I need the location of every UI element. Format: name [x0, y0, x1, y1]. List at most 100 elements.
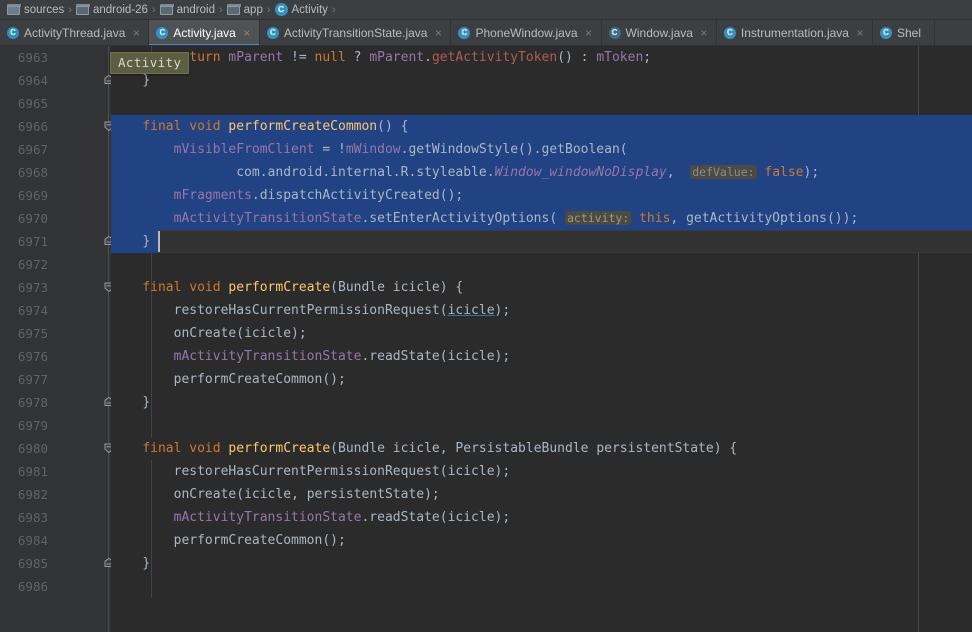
class-icon: C [156, 27, 169, 39]
code-line[interactable]: restoreHasCurrentPermissionRequest(icicl… [111, 299, 972, 322]
code-line[interactable]: performCreateCommon(); [111, 529, 972, 552]
editor-tab-bar: C ActivityThread.java × C Activity.java … [0, 20, 972, 46]
gutter-line: 6965 [0, 92, 111, 115]
breadcrumb-item-label: android-26 [92, 3, 148, 16]
line-number: 6967 [17, 142, 48, 157]
breadcrumb-item-label: sources [24, 3, 65, 16]
inlay-hint-defvalue: defValue: [690, 165, 757, 179]
code-line[interactable]: } [111, 391, 972, 414]
tab-label: ActivityTransitionState.java [283, 26, 428, 40]
tab-activity-java[interactable]: C Activity.java × [149, 20, 260, 45]
tab-phonewindow-java[interactable]: C PhoneWindow.java × [451, 20, 602, 45]
tab-label: Activity.java [173, 26, 236, 40]
class-icon: C [608, 27, 621, 39]
tab-shell-java[interactable]: C Shel [873, 20, 936, 45]
line-number: 6965 [17, 96, 48, 111]
gutter-line: 6964 [0, 69, 114, 92]
line-number: 6982 [17, 487, 48, 502]
breadcrumb-item-label: Activity [291, 3, 328, 16]
code-line[interactable] [111, 575, 972, 598]
class-icon: C [723, 27, 736, 39]
class-icon: C [879, 27, 892, 39]
code-line[interactable]: } [111, 230, 972, 253]
gutter-line: 6979 [0, 414, 111, 437]
code-line[interactable]: final void performCreate(Bundle icicle, … [111, 437, 972, 460]
line-number: 6984 [17, 533, 48, 548]
breadcrumb-item-label: android [176, 3, 215, 16]
close-icon[interactable]: × [855, 27, 865, 39]
breadcrumb-item-activity[interactable]: C Activity [272, 0, 331, 20]
gutter-line: 6974 [0, 299, 111, 322]
code-line[interactable]: mVisibleFromClient = !mWindow.getWindowS… [111, 138, 972, 161]
close-icon[interactable]: × [433, 27, 443, 39]
line-number: 6968 [17, 165, 48, 180]
gutter-line: 6967 [0, 138, 111, 161]
line-number: 6974 [17, 303, 48, 318]
code-line[interactable]: performCreateCommon(); [111, 368, 972, 391]
line-number: 6985 [17, 556, 48, 571]
code-line[interactable]: return mParent != null ? mParent.getActi… [111, 46, 972, 69]
code-line[interactable] [111, 92, 972, 115]
tab-window-java[interactable]: C Window.java × [602, 20, 717, 45]
folder-module-icon [75, 4, 91, 15]
line-number: 6963 [17, 50, 48, 65]
breadcrumb-tooltip: Activity [110, 52, 190, 74]
breadcrumb: sources › android-26 › android › app › C… [0, 0, 972, 20]
inlay-hint-activity: activity: [564, 211, 632, 225]
line-number: 6966 [17, 119, 48, 134]
code-editor[interactable]: 6963 6964 6965 6966 6967 6968 6969 6970 … [0, 46, 972, 632]
code-line[interactable]: mActivityTransitionState.setEnterActivit… [111, 207, 972, 230]
gutter-line: 6985 [0, 552, 114, 575]
code-line[interactable] [111, 253, 972, 276]
gutter-line: 6975 [0, 322, 111, 345]
gutter-line: 6970 [0, 207, 111, 230]
breadcrumb-item-android-26[interactable]: android-26 [73, 0, 151, 20]
class-icon: C [266, 27, 279, 39]
line-number: 6981 [17, 464, 48, 479]
breadcrumb-item-sources[interactable]: sources [4, 0, 67, 20]
code-line[interactable]: } [111, 552, 972, 575]
code-line[interactable]: onCreate(icicle); [111, 322, 972, 345]
code-text-area[interactable]: return mParent != null ? mParent.getActi… [111, 46, 972, 632]
code-line[interactable]: restoreHasCurrentPermissionRequest(icicl… [111, 460, 972, 483]
code-line[interactable] [111, 414, 972, 437]
line-number: 6975 [17, 326, 48, 341]
gutter-line: 6983 [0, 506, 111, 529]
breadcrumb-item-label: app [243, 3, 263, 16]
close-icon[interactable]: × [584, 27, 594, 39]
tab-label: Window.java [625, 26, 693, 40]
close-icon[interactable]: × [699, 27, 709, 39]
code-line[interactable]: } [111, 69, 972, 92]
gutter-line: 6968 [0, 161, 111, 184]
line-number: 6971 [17, 234, 48, 249]
gutter-line: 6969 [0, 184, 111, 207]
editor-gutter[interactable]: 6963 6964 6965 6966 6967 6968 6969 6970 … [0, 46, 114, 632]
close-icon[interactable]: × [131, 27, 141, 39]
folder-icon [7, 4, 22, 15]
line-number: 6983 [17, 510, 48, 525]
code-line[interactable]: final void performCreate(Bundle icicle) … [111, 276, 972, 299]
tab-activitythread-java[interactable]: C ActivityThread.java × [0, 20, 150, 45]
line-number: 6977 [17, 372, 48, 387]
breadcrumb-item-android[interactable]: android [157, 0, 218, 20]
code-line[interactable]: mActivityTransitionState.readState(icicl… [111, 506, 972, 529]
text-caret [158, 231, 160, 252]
class-icon: C [458, 27, 471, 39]
code-line[interactable]: final void performCreateCommon() { [111, 115, 972, 138]
caret-line-highlight [111, 230, 972, 253]
breadcrumb-item-app[interactable]: app [224, 0, 266, 20]
folder-module-icon [159, 4, 175, 15]
line-number: 6980 [17, 441, 48, 456]
tab-activitytransitionstate-java[interactable]: C ActivityTransitionState.java × [260, 20, 452, 45]
code-line[interactable]: com.android.internal.R.styleable.Window_… [111, 161, 972, 184]
code-line[interactable]: mFragments.dispatchActivityCreated(); [111, 184, 972, 207]
close-icon[interactable]: × [242, 27, 252, 39]
gutter-line: 6981 [0, 460, 111, 483]
class-icon: C [7, 27, 19, 39]
class-icon: C [274, 3, 288, 16]
tab-instrumentation-java[interactable]: C Instrumentation.java × [717, 20, 873, 45]
tab-label: Instrumentation.java [740, 26, 849, 40]
code-line[interactable]: onCreate(icicle, persistentState); [111, 483, 972, 506]
code-line[interactable]: mActivityTransitionState.readState(icicl… [111, 345, 972, 368]
folder-module-icon [226, 4, 242, 15]
